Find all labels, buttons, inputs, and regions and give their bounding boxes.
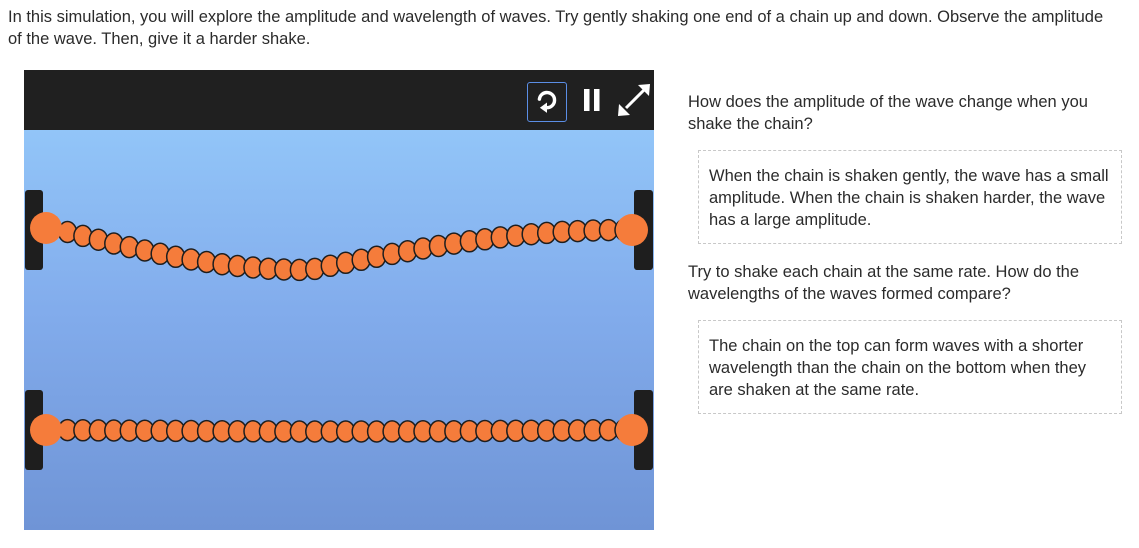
simulation-canvas[interactable] [24,130,654,530]
answer-amplitude: When the chain is shaken gently, the wav… [698,150,1122,244]
answer-wavelength: The chain on the top can form waves with… [698,320,1122,414]
bottom-left-end-ball [30,414,62,446]
bottom-right-end-ball [616,414,648,446]
top-right-end-ball [616,214,648,246]
pause-button[interactable] [576,80,616,120]
top-left-end-ball [30,212,62,244]
wave-simulation[interactable] [24,70,654,530]
expand-icon [618,84,650,116]
top-chain [42,216,634,282]
question-amplitude: How does the amplitude of the wave chang… [688,93,1088,133]
bottom-chain [42,418,634,443]
chain-scene [25,190,653,470]
replay-button[interactable] [527,82,567,122]
pause-icon [584,89,600,111]
replay-icon [537,90,557,113]
question-wavelength: Try to shake each chain at the same rate… [688,263,1080,303]
fullscreen-button[interactable] [614,80,654,120]
intro-text: In this simulation, you will explore the… [8,8,1104,48]
simulation-toolbar [24,70,654,130]
